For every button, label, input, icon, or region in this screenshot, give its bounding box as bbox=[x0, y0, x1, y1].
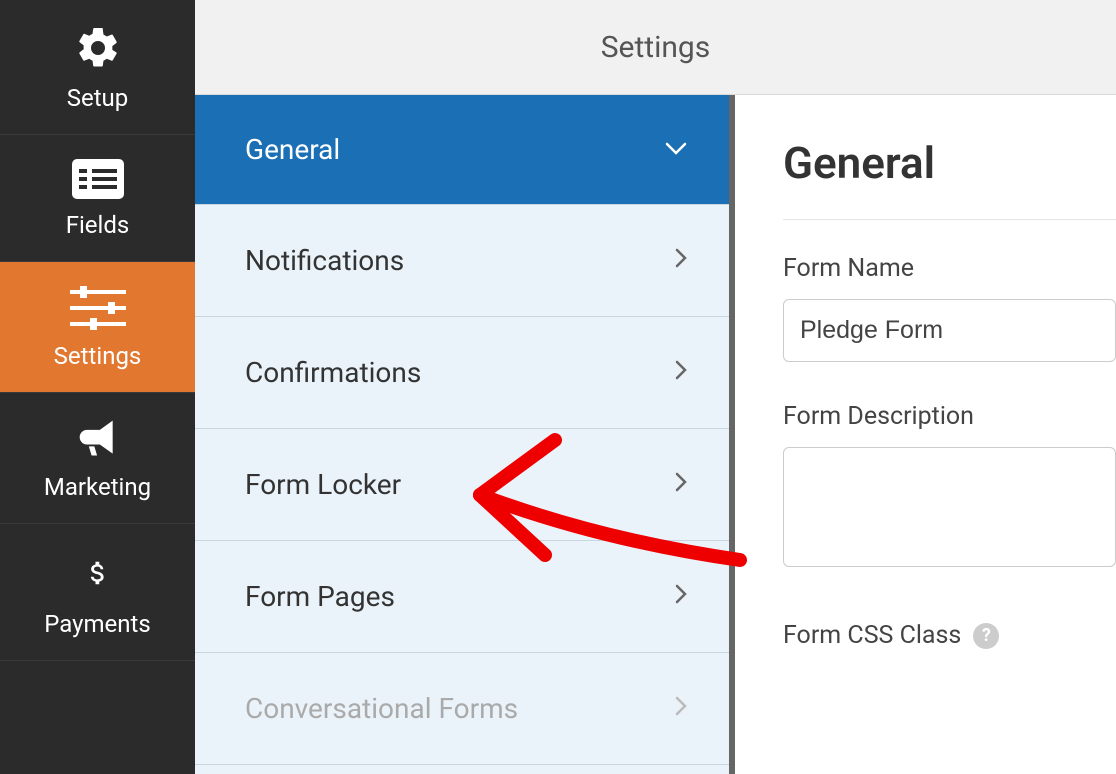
chevron-right-icon bbox=[675, 584, 687, 610]
chevron-right-icon bbox=[675, 248, 687, 274]
sidebar-item-label: Marketing bbox=[44, 473, 151, 501]
form-name-input[interactable] bbox=[783, 299, 1116, 362]
panel-item-label: Confirmations bbox=[245, 356, 421, 389]
panel-item-form-locker[interactable]: Form Locker bbox=[195, 429, 729, 541]
panel-item-general[interactable]: General bbox=[195, 95, 729, 205]
dollar-icon bbox=[83, 548, 113, 598]
panel-item-form-pages[interactable]: Form Pages bbox=[195, 541, 729, 653]
settings-panel: General Notifications Confirmations Form… bbox=[195, 95, 735, 774]
main: Settings General Notifications Confirmat… bbox=[195, 0, 1116, 774]
sidebar-item-label: Settings bbox=[54, 342, 142, 370]
page-title: Settings bbox=[601, 30, 711, 65]
sidebar-item-label: Payments bbox=[44, 610, 151, 638]
sidebar-item-label: Fields bbox=[66, 211, 130, 239]
form-heading: General bbox=[783, 137, 1116, 220]
sliders-icon bbox=[70, 286, 126, 330]
sidebar: Setup Fields Settings Marketing Payments bbox=[0, 0, 195, 774]
panel-item-label: Form Pages bbox=[245, 580, 395, 613]
sidebar-item-setup[interactable]: Setup bbox=[0, 0, 195, 135]
form-description-input[interactable] bbox=[783, 447, 1116, 567]
form-description-label: Form Description bbox=[783, 402, 1116, 431]
panel-item-label: Form Locker bbox=[245, 468, 401, 501]
sidebar-item-payments[interactable]: Payments bbox=[0, 524, 195, 661]
sidebar-item-label: Setup bbox=[67, 84, 129, 112]
panel-item-label: General bbox=[245, 133, 340, 166]
panel-item-label: Notifications bbox=[245, 244, 404, 277]
chevron-right-icon bbox=[675, 472, 687, 498]
header: Settings bbox=[195, 0, 1116, 95]
sidebar-item-settings[interactable]: Settings bbox=[0, 262, 195, 393]
gear-icon bbox=[74, 24, 122, 72]
panel-item-conversational-forms[interactable]: Conversational Forms bbox=[195, 653, 729, 765]
form-name-label: Form Name bbox=[783, 254, 1116, 283]
panel-item-label: Conversational Forms bbox=[245, 692, 518, 725]
content: General Notifications Confirmations Form… bbox=[195, 95, 1116, 774]
form-css-class-label: Form CSS Class ? bbox=[783, 621, 1116, 650]
form-area: General Form Name Form Description Form … bbox=[735, 95, 1116, 774]
megaphone-icon bbox=[72, 417, 124, 461]
sidebar-item-fields[interactable]: Fields bbox=[0, 135, 195, 262]
list-icon bbox=[72, 159, 124, 199]
sidebar-item-marketing[interactable]: Marketing bbox=[0, 393, 195, 524]
chevron-right-icon bbox=[675, 360, 687, 386]
panel-item-notifications[interactable]: Notifications bbox=[195, 205, 729, 317]
chevron-down-icon bbox=[665, 137, 687, 162]
help-icon[interactable]: ? bbox=[973, 623, 999, 649]
chevron-right-icon bbox=[675, 696, 687, 722]
panel-item-confirmations[interactable]: Confirmations bbox=[195, 317, 729, 429]
